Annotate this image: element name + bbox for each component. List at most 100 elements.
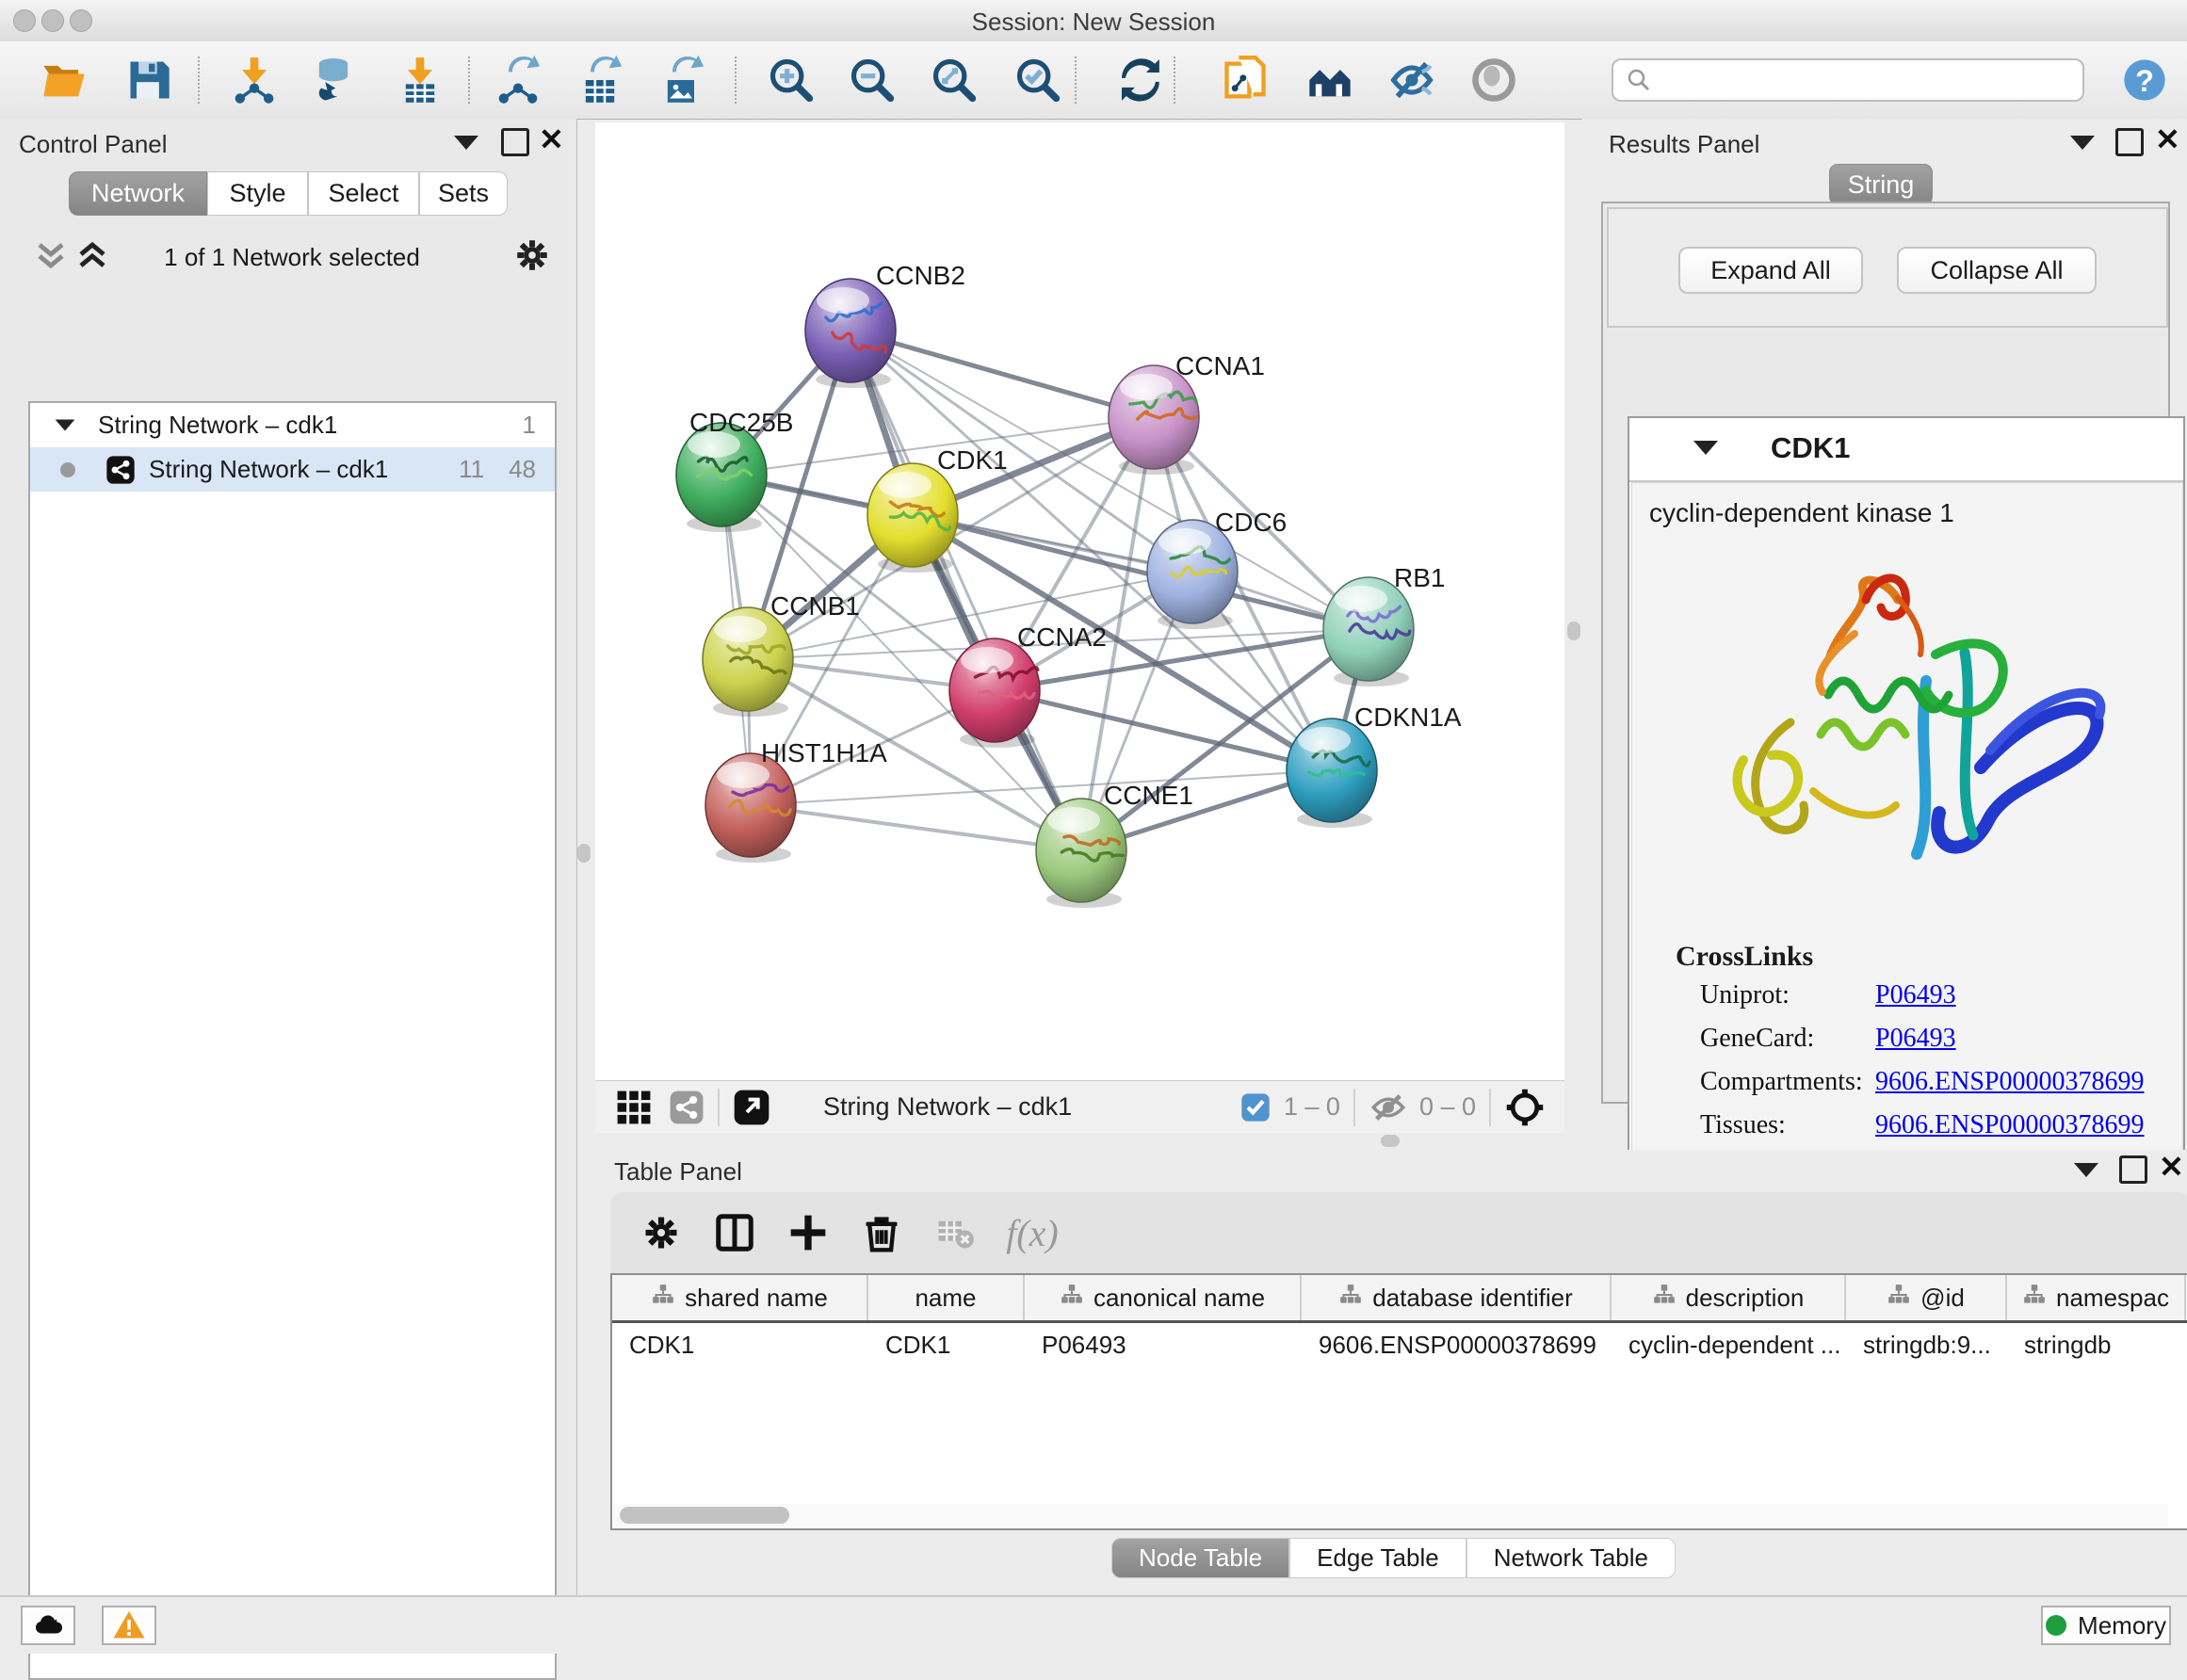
toolbar-separator [468,57,470,104]
show-columns-icon[interactable] [705,1203,765,1263]
cell-description[interactable]: cyclin-dependent ... [1612,1323,1846,1366]
column-header-name[interactable]: name [868,1275,1025,1320]
search-input[interactable] [1653,66,2062,94]
table-panel-float-icon[interactable] [2119,1155,2147,1184]
network-node-RB1[interactable]: RB1 [1323,563,1445,687]
crosslink-compartments-link[interactable]: 9606.ENSP00000378699 [1875,1067,2144,1097]
save-session-icon[interactable] [122,54,175,106]
search-field[interactable] [1612,58,2084,102]
import-database-icon[interactable] [307,54,360,106]
network-node-CCNB2[interactable]: CCNB2 [805,261,965,388]
control-panel-close-icon[interactable]: ✕ [539,128,564,151]
cell-name[interactable]: CDK1 [868,1323,1025,1366]
expand-all-icon[interactable] [73,239,111,273]
table-row[interactable]: CDK1CDK1P064939606.ENSP00000378699cyclin… [612,1323,2187,1366]
table-panel-menu-icon[interactable] [2074,1163,2098,1177]
zoom-fit-icon[interactable] [928,54,980,106]
tab-network-table[interactable]: Network Table [1466,1538,1676,1578]
open-session-icon[interactable] [38,54,90,106]
network-node-CDKN1A[interactable]: CDKN1A [1287,703,1462,828]
zoom-out-icon[interactable] [846,54,899,106]
results-panel-close-icon[interactable]: ✕ [2155,128,2180,151]
network-edge-CCNB2-CCNE1[interactable] [850,331,1081,850]
crosslink-genecard-link[interactable]: P06493 [1875,1024,1956,1054]
export-network-icon[interactable] [492,54,544,106]
network-edge-CCNA2-CDKN1A[interactable] [995,690,1332,770]
column-header-description[interactable]: description [1612,1275,1846,1320]
hide-panels-icon[interactable] [1385,54,1438,106]
cell-namespac[interactable]: stringdb [2007,1323,2186,1366]
open-in-window-icon[interactable] [733,1089,770,1126]
column-header-database-identifier[interactable]: database identifier [1302,1275,1612,1320]
zoom-in-icon[interactable] [765,54,818,106]
table-h-scrollbar[interactable] [614,1504,2168,1527]
selected-checkbox-icon[interactable] [1240,1092,1271,1123]
cell-shared-name[interactable]: CDK1 [612,1323,868,1366]
clone-network-icon[interactable] [1219,54,1272,106]
tree-collapse-icon[interactable] [56,420,75,431]
network-node-CCNA1[interactable]: CCNA1 [1109,351,1265,475]
network-edge-CCNE1-HIST1H1A[interactable] [751,805,1081,850]
memory-button[interactable]: Memory [2041,1606,2171,1645]
network-canvas[interactable]: CCNB2CCNA1CDC25BCDK1CDC6RB1CCNB1CCNA2CDK… [595,122,1564,1080]
column-header-namespac[interactable]: namespac [2007,1275,2186,1320]
tab-sets[interactable]: Sets [419,171,508,216]
results-panel-float-icon[interactable] [2115,128,2144,156]
export-image-icon[interactable] [656,54,708,106]
left-splitter-handle[interactable] [577,844,591,863]
cdk1-collapse-icon[interactable] [1693,441,1718,455]
function-builder-icon[interactable]: f(x) [1002,1203,1062,1263]
tree-row-collection[interactable]: String Network – cdk1 1 [30,403,555,447]
tab-node-table[interactable]: Node Table [1111,1538,1289,1578]
tree-row-network[interactable]: String Network – cdk1 11 48 [30,447,555,492]
tab-style[interactable]: Style [207,171,308,216]
crosslink-tissues-link[interactable]: 9606.ENSP00000378699 [1875,1110,2144,1140]
cloud-status-button[interactable] [21,1606,75,1645]
cell--id[interactable]: stringdb:9... [1846,1323,2007,1366]
tab-edge-table[interactable]: Edge Table [1289,1538,1466,1578]
grid-view-icon[interactable] [616,1090,652,1125]
bottom-splitter-handle[interactable] [1381,1135,1400,1147]
cell-canonical-name[interactable]: P06493 [1025,1323,1302,1366]
bird-eye-toggle-icon[interactable] [1504,1087,1546,1128]
results-panel-menu-icon[interactable] [2070,136,2095,150]
warnings-button[interactable] [102,1606,156,1645]
delete-table-icon[interactable] [925,1203,985,1263]
network-node-CDC6[interactable]: CDC6 [1147,508,1287,629]
control-panel-menu-icon[interactable] [454,136,478,150]
import-network-icon[interactable] [228,54,281,106]
column-header-canonical-name[interactable]: canonical name [1025,1275,1302,1320]
add-column-icon[interactable] [778,1203,838,1263]
scrollbar-thumb[interactable] [620,1507,789,1524]
column-header-shared-name[interactable]: shared name [612,1275,868,1320]
toggle-bird-eye-icon[interactable] [1467,54,1520,106]
delete-column-icon[interactable] [851,1203,912,1263]
export-table-icon[interactable] [574,54,626,106]
expand-all-button[interactable]: Expand All [1678,247,1863,294]
collapse-all-button[interactable]: Collapse All [1897,247,2097,294]
network-node-HIST1H1A[interactable]: HIST1H1A [705,738,887,863]
tab-string[interactable]: String [1829,164,1933,205]
help-icon[interactable]: ? [2118,54,2171,106]
tab-network[interactable]: Network [69,171,207,216]
table-settings-gear-icon[interactable] [631,1203,691,1263]
collapse-all-icon[interactable] [32,239,70,273]
cell-database-identifier[interactable]: 9606.ENSP00000378699 [1302,1323,1612,1366]
import-table-icon[interactable] [394,54,446,106]
crosslink-uniprot-link[interactable]: P06493 [1875,980,1956,1010]
control-panel-float-icon[interactable] [501,128,529,156]
zoom-selected-icon[interactable] [1012,54,1064,106]
network-node-CDC25B[interactable]: CDC25B [676,408,793,532]
string-view-icon[interactable] [669,1090,705,1125]
tab-select[interactable]: Select [308,171,419,216]
cdk1-section-header[interactable]: CDK1 [1629,418,2183,482]
network-edge-CDK1-RB1[interactable] [913,515,1369,629]
network-graph[interactable]: CCNB2CCNA1CDC25BCDK1CDC6RB1CCNB1CCNA2CDK… [595,122,1564,1080]
right-splitter-handle[interactable] [1567,622,1580,640]
show-all-panels-icon[interactable] [1304,54,1356,106]
refresh-layout-icon[interactable] [1114,54,1167,106]
network-options-gear-icon[interactable] [512,235,552,275]
table-panel-close-icon[interactable]: ✕ [2159,1155,2184,1178]
network-node-CDK1[interactable]: CDK1 [867,445,1008,573]
column-header--id[interactable]: @id [1846,1275,2007,1320]
